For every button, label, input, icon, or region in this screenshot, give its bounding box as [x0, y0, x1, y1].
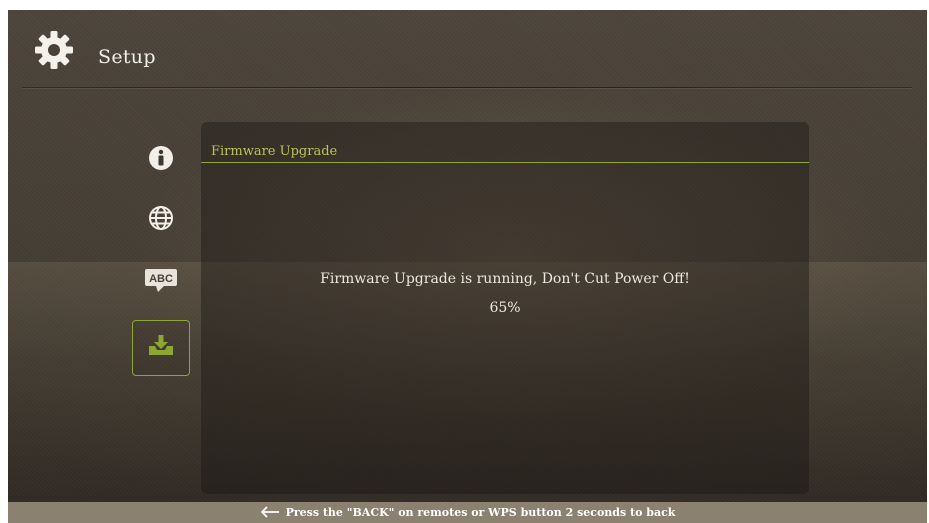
- sidebar-item-info[interactable]: [132, 132, 190, 188]
- gear-icon: [32, 28, 76, 72]
- firmware-upgrade-panel: Firmware Upgrade Firmware Upgrade is run…: [201, 122, 809, 494]
- abc-icon-text: ABC: [149, 273, 173, 285]
- settings-sidebar: ABC: [132, 132, 194, 382]
- left-arrow-icon: [260, 503, 280, 522]
- footer-hint-bar: Press the "BACK" on remotes or WPS butto…: [8, 502, 927, 523]
- setup-screen: Setup ABC Firmware Upgrade Firmware Upgr…: [8, 10, 927, 523]
- panel-title-divider: [201, 162, 809, 163]
- info-icon: [147, 144, 175, 176]
- globe-icon: [147, 204, 175, 236]
- abc-icon: ABC: [144, 266, 178, 298]
- download-tray-icon: [146, 332, 176, 364]
- header: Setup: [8, 10, 927, 88]
- sidebar-item-language[interactable]: ABC: [132, 254, 190, 310]
- panel-title: Firmware Upgrade: [211, 144, 338, 159]
- header-divider: [22, 87, 912, 88]
- footer-hint-text: Press the "BACK" on remotes or WPS butto…: [285, 506, 676, 519]
- sidebar-item-firmware[interactable]: [132, 320, 190, 376]
- sidebar-item-network[interactable]: [132, 192, 190, 248]
- upgrade-progress-text: 65%: [489, 300, 521, 316]
- page-title: Setup: [98, 46, 156, 68]
- upgrade-warning-message: Firmware Upgrade is running, Don't Cut P…: [320, 271, 690, 287]
